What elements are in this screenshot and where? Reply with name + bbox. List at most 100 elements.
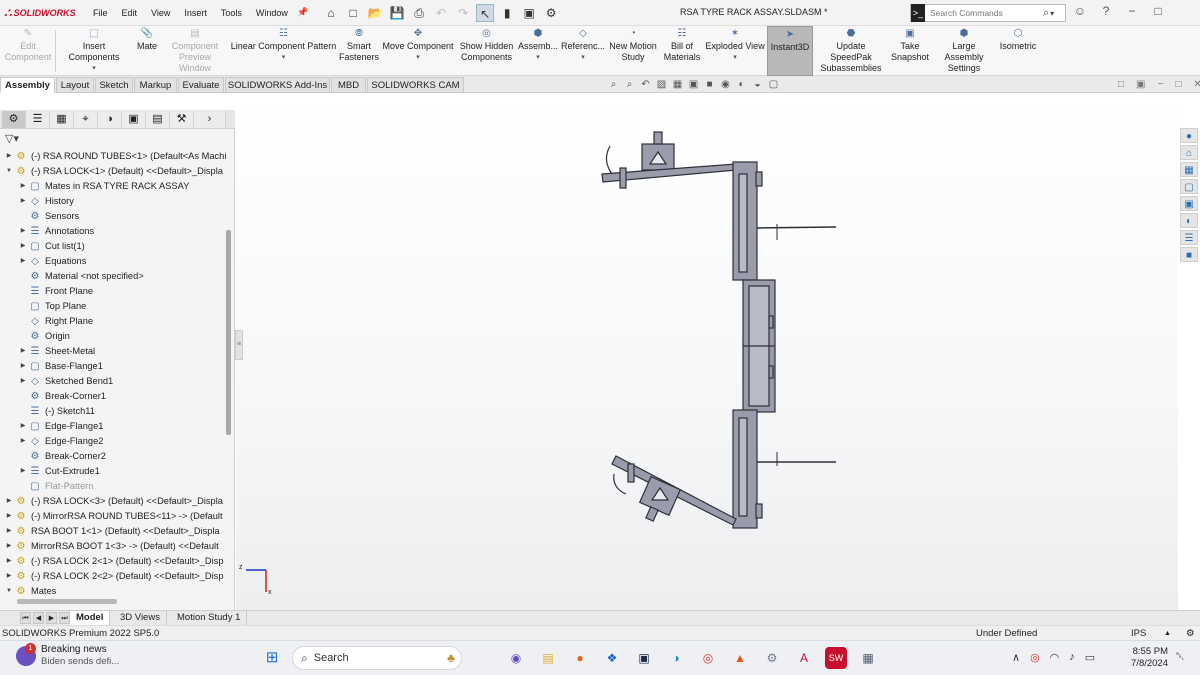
tab-model[interactable]: Model — [70, 611, 111, 626]
teams-chat-icon[interactable]: ◉ — [505, 647, 527, 669]
chevron-down-icon[interactable]: ▾ — [560, 52, 606, 63]
caret-right-icon[interactable]: ▶ — [18, 344, 28, 359]
caret-right-icon[interactable]: ▶ — [18, 359, 28, 374]
tree-feature-item[interactable]: ◇ Right Plane — [18, 314, 93, 329]
tree-component-item[interactable]: ▶ ⚙ (-) RSA LOCK 2<2> (Default) <<Default>… — [4, 569, 224, 584]
tree-feature-item[interactable]: ▶ ▢ Base-Flange1 — [18, 359, 103, 374]
tree-component-item[interactable]: ▼ ⚙ Mates — [4, 584, 56, 599]
autocad-icon[interactable]: A — [793, 647, 815, 669]
taskbar-search[interactable]: ⌕ Search ♣ — [292, 646, 462, 670]
previous-view-icon[interactable]: ↶ — [639, 79, 652, 90]
caret-right-icon[interactable]: ▶ — [4, 554, 14, 569]
volume-icon[interactable]: ♪ — [1069, 651, 1075, 664]
redo-icon[interactable]: ↷ — [454, 4, 472, 22]
solidworks-forum-icon[interactable]: ■ — [1180, 247, 1198, 262]
first-tab-icon[interactable]: ⏮ — [20, 612, 31, 624]
graphics-area[interactable] — [236, 94, 1178, 610]
battery-icon[interactable]: ▭ — [1085, 651, 1095, 664]
viewport-restore-icon[interactable]: □ — [1118, 79, 1124, 90]
tree-feature-item[interactable]: ⚙ Origin — [18, 329, 70, 344]
tab-sketch[interactable]: Sketch — [95, 77, 133, 93]
tab-evaluate[interactable]: Evaluate — [178, 77, 224, 93]
rebuild-icon[interactable]: ▮ — [498, 4, 516, 22]
tree-feature-item[interactable]: ⚙ Sensors — [18, 209, 80, 224]
caret-right-icon[interactable]: ▶ — [18, 434, 28, 449]
menu-view[interactable]: View — [144, 8, 177, 18]
tree-feature-item[interactable]: ☰ Front Plane — [18, 284, 94, 299]
pin-icon[interactable]: 📌 — [297, 7, 308, 18]
configuration-manager-tab-icon[interactable]: ▦ — [50, 111, 74, 128]
chrome-icon[interactable]: ◎ — [697, 647, 719, 669]
large-assembly-settings-button[interactable]: ⬢ Large Assembly Settings — [933, 26, 995, 76]
chevron-up-icon[interactable]: ▲ — [1164, 626, 1171, 641]
caret-right-icon[interactable]: ▶ — [18, 374, 28, 389]
tree-feature-item[interactable]: ▶ ◇ Equations — [18, 254, 87, 269]
display-manager-tab-icon[interactable]: ◑ — [98, 111, 122, 128]
tab-mbd[interactable]: MBD — [331, 77, 366, 93]
media-app-icon[interactable]: ▣ — [633, 647, 655, 669]
windows-start-icon[interactable]: ⊞ — [261, 647, 283, 669]
caret-right-icon[interactable]: ▶ — [18, 254, 28, 269]
caret-right-icon[interactable]: ▶ — [4, 149, 14, 164]
tree-component-item[interactable]: ▶ ⚙ (-) RSA LOCK<3> (Default) <<Default>_D… — [4, 494, 223, 509]
tree-component-item[interactable]: ▼ ⚙ (-) RSA LOCK<1> (Default) <<Default>_D… — [4, 164, 223, 179]
menu-window[interactable]: Window — [249, 8, 295, 18]
zoom-to-area-icon[interactable]: ⌕ — [623, 79, 636, 90]
viewport-minimize-icon[interactable]: − — [1158, 79, 1164, 90]
update-speedpak-button[interactable]: ⬣ Update SpeedPak Subassemblies — [815, 26, 887, 76]
tab-motion-study-1[interactable]: Motion Study 1 — [171, 611, 248, 626]
caret-right-icon[interactable]: ▶ — [18, 239, 28, 254]
tab-solidworks-cam[interactable]: SOLIDWORKS CAM — [367, 77, 464, 93]
tree-component-item[interactable]: ▶ ⚙ MirrorRSA BOOT 1<3> -> (Default) <<Def… — [4, 539, 219, 554]
tab-assembly[interactable]: Assembly — [0, 77, 55, 93]
previous-tab-icon[interactable]: ◀ — [33, 612, 44, 624]
menu-file[interactable]: File — [86, 8, 115, 18]
last-tab-icon[interactable]: ⏭ — [59, 612, 70, 624]
tree-feature-item[interactable]: ☰ (-) Sketch11 — [18, 404, 95, 419]
new-motion-study-button[interactable]: ◔ New Motion Study — [607, 26, 659, 76]
view-orientation-icon[interactable]: ▣ — [687, 79, 700, 90]
tree-feature-item[interactable]: ⚙ Break-Corner2 — [18, 449, 106, 464]
display-style-icon[interactable]: ■ — [703, 79, 716, 90]
search-commands-input[interactable] — [925, 8, 1043, 18]
view-palette-icon[interactable]: ▣ — [1180, 196, 1198, 211]
reference-geometry-button[interactable]: ◇ Referenc... ▾ — [560, 26, 606, 76]
custom-properties-icon[interactable]: ☰ — [1180, 230, 1198, 245]
menu-edit[interactable]: Edit — [115, 8, 145, 18]
calculator-icon[interactable]: ▦ — [857, 647, 879, 669]
mate-button[interactable]: 📎 Mate — [134, 26, 160, 76]
property-manager-tab-icon[interactable]: ☰ — [26, 111, 50, 128]
bill-of-materials-button[interactable]: ☷ Bill of Materials — [661, 26, 703, 76]
chevron-up-icon[interactable]: ∧ — [1012, 651, 1020, 664]
tab-markup[interactable]: Markup — [134, 77, 177, 93]
tree-feature-item[interactable]: ⚙ Material <not specified> — [18, 269, 144, 284]
chevron-down-icon[interactable]: ▾ — [517, 52, 559, 63]
user-account-icon[interactable]: ☺ — [1072, 4, 1088, 18]
design-library-icon[interactable]: ▦ — [1180, 162, 1198, 177]
isometric-button[interactable]: ⬡ Isometric — [997, 26, 1039, 76]
file-explorer-icon[interactable]: ▢ — [1180, 179, 1198, 194]
caret-right-icon[interactable]: ▶ — [18, 194, 28, 209]
system-clock[interactable]: 8:55 PM 7/8/2024 — [1128, 646, 1168, 670]
tree-component-item[interactable]: ▶ ⚙ (-) RSA ROUND TUBES<1> (Default<As Mac… — [4, 149, 226, 164]
security-icon[interactable]: ◎ — [1030, 651, 1040, 664]
panel-expand-icon[interactable]: › — [194, 111, 226, 128]
smart-fasteners-button[interactable]: ⦾ Smart Fasteners — [338, 26, 380, 76]
solidworks-logo[interactable]: ∴ SOLIDWORKS — [0, 6, 86, 20]
view-settings-icon[interactable]: ▢ — [767, 79, 780, 90]
viewport-maximize-icon[interactable]: □ — [1175, 79, 1181, 90]
caret-right-icon[interactable]: ▶ — [18, 464, 28, 479]
tree-feature-item[interactable]: ▶ ▢ Cut list(1) — [18, 239, 85, 254]
zoom-to-fit-icon[interactable]: ⌕ — [607, 79, 620, 90]
select-pointer-icon[interactable]: ↖ — [476, 3, 495, 22]
dimxpert-tab-icon[interactable]: ⌖ — [74, 111, 98, 128]
tree-feature-item[interactable]: ▶ ▢ Mates in RSA TYRE RACK ASSAY — [18, 179, 190, 194]
unit-system[interactable]: IPS — [1131, 626, 1146, 641]
appearances-icon[interactable]: ◐ — [1180, 213, 1198, 228]
linear-component-pattern-button[interactable]: ☷ Linear Component Pattern ▾ — [230, 26, 337, 76]
file-explorer-icon[interactable]: ▤ — [537, 647, 559, 669]
tree-component-item[interactable]: ▶ ⚙ RSA BOOT 1<1> (Default) <<Default>_Dis… — [4, 524, 220, 539]
caret-right-icon[interactable]: ▶ — [4, 509, 14, 524]
tree-feature-item[interactable]: ▶ ◇ History — [18, 194, 74, 209]
tree-feature-item[interactable]: ▶ ◇ Sketched Bend1 — [18, 374, 114, 389]
